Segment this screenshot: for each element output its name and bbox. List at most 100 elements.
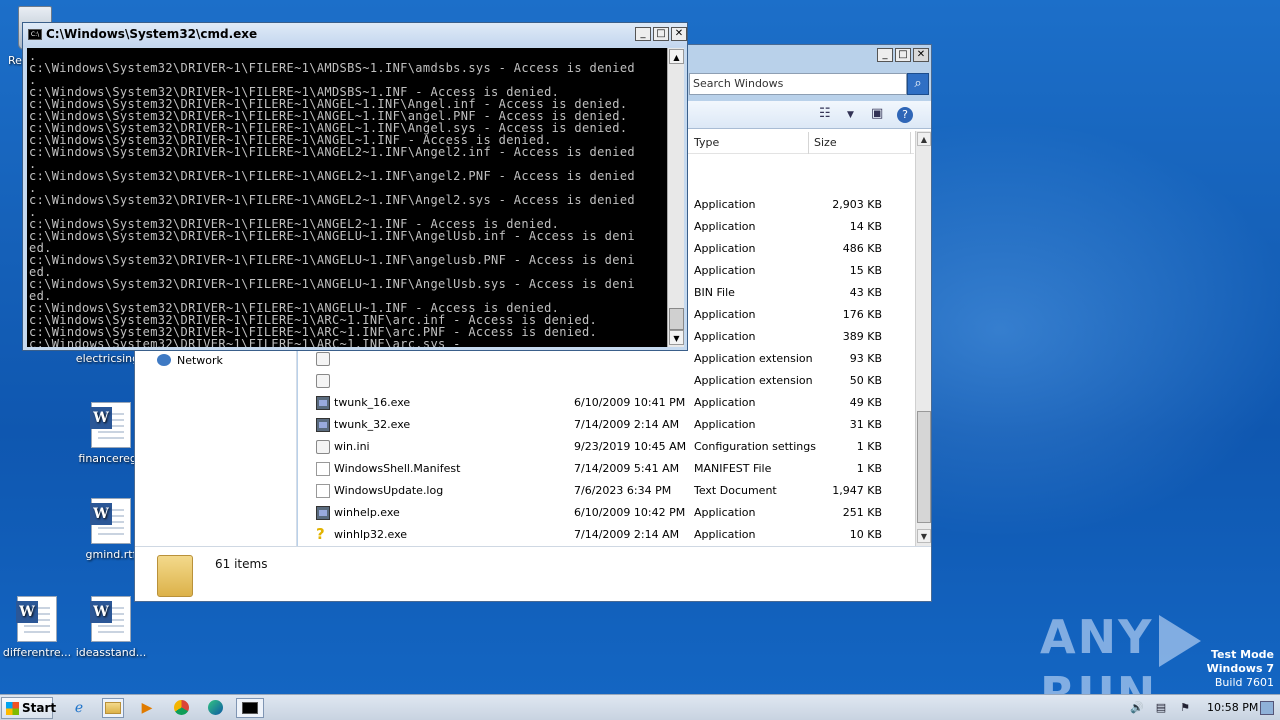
file-list-scrollbar[interactable]: ▲ ▼	[915, 131, 931, 546]
file-icon	[316, 462, 330, 476]
file-row[interactable]: WindowsUpdate.log 7/6/2023 6:34 PM Text Do…	[298, 480, 914, 502]
cmd-window-controls: _ □ ✕	[635, 27, 687, 41]
action-center-flag-icon[interactable]: ⚑	[1178, 701, 1192, 715]
internet-explorer-icon[interactable]: ℯ	[68, 698, 90, 718]
test-mode-notice: Test Mode Windows 7 Build 7601	[1207, 648, 1274, 690]
nav-item-network[interactable]: Network	[177, 354, 223, 367]
file-size: 251 KB	[842, 506, 882, 519]
file-row[interactable]: win.ini 9/23/2019 10:45 AM Configuration s…	[298, 436, 914, 458]
file-size: 389 KB	[842, 330, 882, 343]
app-icon	[316, 396, 330, 410]
file-row[interactable]: ? winhlp32.exe 7/14/2009 2:14 AM Applicatio…	[298, 524, 914, 546]
scroll-up-icon[interactable]: ▲	[669, 49, 684, 64]
file-row[interactable]: winhelp.exe 6/10/2009 10:42 PM Application…	[298, 502, 914, 524]
view-options-icon[interactable]: ☷	[819, 106, 831, 121]
chrome-icon[interactable]	[170, 698, 192, 718]
cmd-titlebar[interactable]: C:\ C:\Windows\System32\cmd.exe _ □ ✕	[23, 23, 687, 47]
file-row[interactable]: WindowsShell.Manifest 7/14/2009 5:41 AM MA…	[298, 458, 914, 480]
file-type: MANIFEST File	[694, 462, 772, 475]
folder-icon	[157, 555, 193, 597]
file-row[interactable]: twunk_16.exe 6/10/2009 10:41 PM Applicatio…	[298, 392, 914, 414]
app-icon	[316, 506, 330, 520]
scroll-down-icon[interactable]: ▼	[669, 330, 684, 345]
close-button[interactable]: ✕	[913, 48, 929, 62]
file-date-modified: 7/6/2023 6:34 PM	[574, 484, 672, 497]
column-header-type[interactable]: Type	[691, 132, 809, 154]
app-icon	[316, 418, 330, 432]
volume-icon[interactable]: 🔊	[1130, 701, 1144, 715]
file-size: 31 KB	[849, 418, 882, 431]
network-status-icon[interactable]: ▤	[1154, 701, 1168, 715]
file-name: twunk_32.exe	[334, 418, 411, 431]
maximize-button[interactable]: □	[895, 48, 911, 62]
file-row[interactable]: twunk_32.exe 7/14/2009 2:14 AM Application…	[298, 414, 914, 436]
desktop-icon-label: ideasstand...	[75, 646, 147, 659]
media-player-icon[interactable]: ▶	[136, 698, 158, 718]
file-explorer-icon[interactable]	[102, 698, 124, 718]
show-desktop-icon[interactable]	[1260, 701, 1274, 715]
file-date-modified: 6/10/2009 10:41 PM	[574, 396, 686, 409]
close-button[interactable]: ✕	[671, 27, 687, 41]
file-size: 2,903 KB	[832, 198, 882, 211]
file-date-modified: 7/14/2009 2:14 AM	[574, 418, 680, 431]
cmd-window[interactable]: C:\ C:\Windows\System32\cmd.exe _ □ ✕ . …	[22, 22, 688, 351]
cmd-scrollbar[interactable]: ▲ ▼	[667, 48, 684, 347]
cmd-taskbar-icon[interactable]	[236, 698, 264, 718]
file-row[interactable]: Application extension 50 KB	[298, 370, 914, 392]
file-type: Configuration settings	[694, 440, 816, 453]
word-document-icon: W	[90, 498, 131, 544]
settings-file-icon	[316, 440, 330, 454]
cmd-window-title: C:\Windows\System32\cmd.exe	[46, 27, 258, 41]
details-pane: 61 items	[135, 546, 931, 601]
console-icon: C:\	[28, 29, 42, 40]
preview-pane-icon[interactable]: ▣	[871, 106, 883, 121]
file-type: Application	[694, 264, 756, 277]
file-type: BIN File	[694, 286, 735, 299]
play-icon	[1159, 614, 1202, 667]
file-size: 43 KB	[849, 286, 882, 299]
explorer-window-controls: _ □ ✕	[877, 48, 929, 62]
desktop-icon-ideasstand[interactable]: W ideasstand...	[72, 596, 150, 659]
search-icon[interactable]: ⌕	[907, 73, 929, 95]
help-icon: ?	[316, 525, 325, 543]
column-header-size[interactable]: Size	[811, 132, 911, 154]
file-row[interactable]: Application extension 93 KB	[298, 348, 914, 370]
console-output-area[interactable]: . c:\Windows\System32\DRIVER~1\FILERE~1\…	[27, 48, 667, 347]
start-button[interactable]: Start	[1, 697, 56, 719]
desktop-icon-differentre[interactable]: W differentre...	[0, 596, 76, 659]
file-type: Application	[694, 220, 756, 233]
file-type: Application extension	[694, 352, 813, 365]
help-icon[interactable]: ?	[897, 107, 913, 123]
taskbar: Start ℯ ▶ 🔊 ▤ ⚑ 10:58 PM	[0, 694, 1280, 720]
minimize-button[interactable]: _	[877, 48, 893, 62]
file-name: win.ini	[334, 440, 370, 453]
taskbar-clock[interactable]: 10:58 PM	[1207, 701, 1258, 714]
scroll-up-icon[interactable]: ▲	[917, 132, 931, 146]
search-input[interactable]: Search Windows	[689, 73, 907, 95]
file-name: WindowsShell.Manifest	[334, 462, 461, 475]
word-document-icon: W	[90, 402, 131, 448]
edge-icon[interactable]	[204, 698, 226, 718]
chevron-down-icon[interactable]: ▼	[847, 110, 854, 120]
file-name: winhlp32.exe	[334, 528, 408, 541]
scrollbar-thumb[interactable]	[669, 308, 684, 330]
scroll-down-icon[interactable]: ▼	[917, 529, 931, 543]
items-count: 61 items	[215, 557, 268, 571]
file-name: WindowsUpdate.log	[334, 484, 444, 497]
file-type: Application	[694, 528, 756, 541]
text-file-icon	[316, 484, 330, 498]
file-size: 1 KB	[856, 440, 882, 453]
file-size: 15 KB	[849, 264, 882, 277]
maximize-button[interactable]: □	[653, 27, 669, 41]
file-type: Application	[694, 418, 756, 431]
file-type: Application	[694, 506, 756, 519]
windows-logo-icon	[6, 702, 19, 715]
watermark-text-left: ANY	[1040, 610, 1154, 664]
file-type: Text Document	[694, 484, 777, 497]
word-document-icon: W	[90, 596, 131, 642]
test-mode-line3: Build 7601	[1214, 676, 1274, 689]
scrollbar-thumb[interactable]	[917, 411, 931, 523]
network-icon	[157, 354, 171, 366]
file-type: Application	[694, 330, 756, 343]
minimize-button[interactable]: _	[635, 27, 651, 41]
